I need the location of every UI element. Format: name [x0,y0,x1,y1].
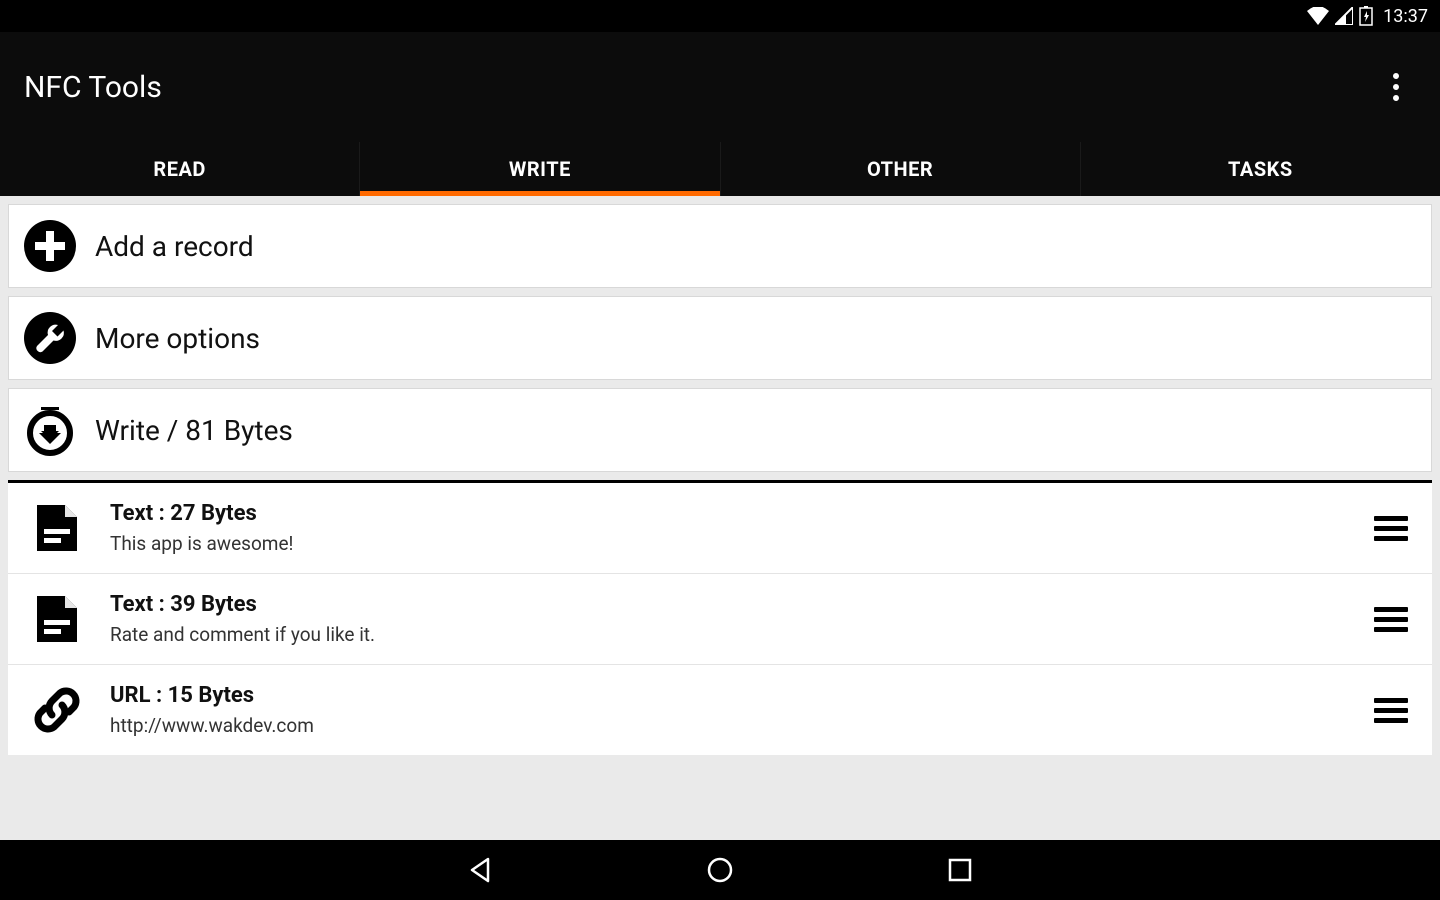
add-record-label: Add a record [95,230,254,263]
drag-handle-icon[interactable] [1374,607,1408,632]
app-title: NFC Tools [24,70,162,105]
record-title: URL : 15 Bytes [110,683,1374,708]
tab-write[interactable]: WRITE [360,142,720,196]
drag-handle-icon[interactable] [1374,698,1408,723]
app-bar: NFC Tools [0,32,1440,142]
content-area: Add a record More options Write / 81 Byt… [0,196,1440,840]
status-bar: 13:37 [0,0,1440,32]
write-button[interactable]: Write / 81 Bytes [8,388,1432,472]
status-time: 13:37 [1383,6,1428,27]
tab-tasks[interactable]: TASKS [1081,142,1440,196]
tab-read[interactable]: READ [0,142,360,196]
signal-icon [1335,7,1353,25]
back-button[interactable] [460,850,500,890]
record-subtitle: This app is awesome! [110,532,1374,555]
navigation-bar [0,840,1440,900]
overflow-icon [1393,73,1399,101]
add-record-button[interactable]: Add a record [8,204,1432,288]
record-title: Text : 39 Bytes [110,592,1374,617]
home-circle-icon [706,856,734,884]
plus-circle-icon [23,219,77,273]
more-options-label: More options [95,322,260,355]
link-icon [32,685,82,735]
record-title: Text : 27 Bytes [110,501,1374,526]
more-options-button[interactable]: More options [8,296,1432,380]
tab-bar: READ WRITE OTHER TASKS [0,142,1440,196]
record-subtitle: http://www.wakdev.com [110,714,1374,737]
text-file-icon [32,503,82,553]
record-item[interactable]: URL : 15 Bytes http://www.wakdev.com [8,665,1432,755]
wrench-circle-icon [23,311,77,365]
record-item[interactable]: Text : 39 Bytes Rate and comment if you … [8,574,1432,665]
records-list: Text : 27 Bytes This app is awesome! Tex… [8,483,1432,755]
record-subtitle: Rate and comment if you like it. [110,623,1374,646]
recents-button[interactable] [940,850,980,890]
overflow-menu-button[interactable] [1376,67,1416,107]
text-file-icon [32,594,82,644]
home-button[interactable] [700,850,740,890]
back-triangle-icon [466,856,494,884]
tab-other[interactable]: OTHER [721,142,1081,196]
wifi-icon [1307,7,1329,25]
battery-charging-icon [1359,6,1373,26]
recents-square-icon [947,857,973,883]
drag-handle-icon[interactable] [1374,516,1408,541]
write-label: Write / 81 Bytes [95,414,293,447]
download-circle-icon [23,403,77,457]
record-item[interactable]: Text : 27 Bytes This app is awesome! [8,483,1432,574]
